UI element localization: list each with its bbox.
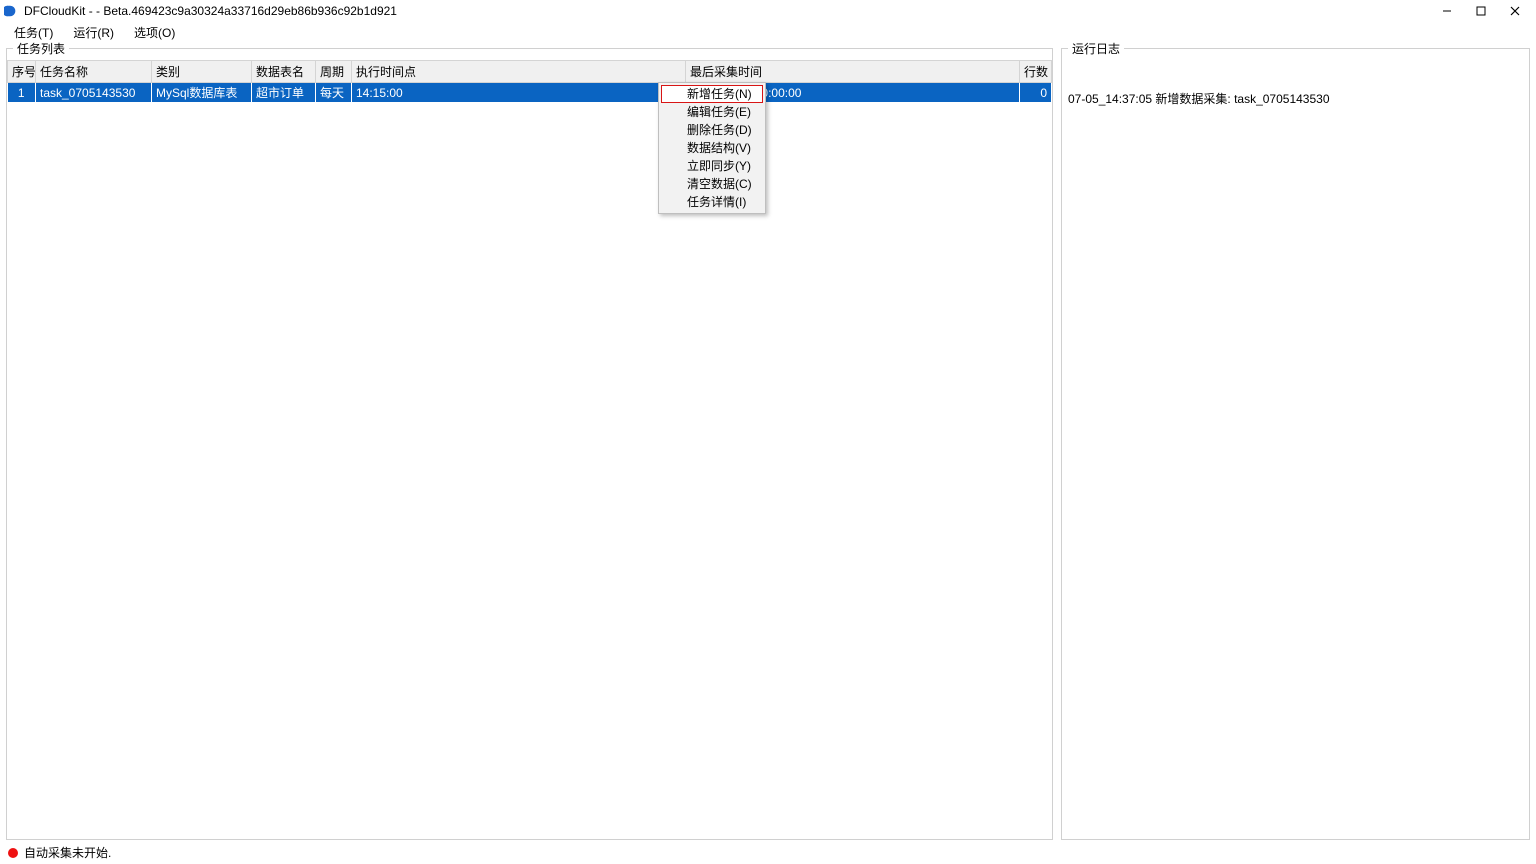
task-table[interactable]: 序号 任务名称 类别 数据表名 周期 执行时间点 最后采集时间 行数 1 tas…	[7, 60, 1052, 102]
log-entry: 07-05_14:37:05 新增数据采集: task_0705143530	[1068, 90, 1523, 107]
window-title: DFCloudKit - - Beta.469423c9a30324a33716…	[24, 4, 1430, 18]
log-title: 运行日志	[1068, 40, 1124, 57]
cell-type: MySql数据库表	[152, 83, 252, 103]
col-header-type[interactable]: 类别	[152, 61, 252, 83]
table-row[interactable]: 1 task_0705143530 MySql数据库表 超市订单 每天 14:1…	[8, 83, 1052, 103]
context-menu-data-structure[interactable]: 数据结构(V)	[661, 139, 763, 157]
cell-exec: 14:15:00	[352, 83, 686, 103]
context-menu-sync-now[interactable]: 立即同步(Y)	[661, 157, 763, 175]
titlebar: DFCloudKit - - Beta.469423c9a30324a33716…	[0, 0, 1536, 22]
context-menu-clear-data[interactable]: 清空数据(C)	[661, 175, 763, 193]
col-header-last[interactable]: 最后采集时间	[686, 61, 1020, 83]
col-header-rows[interactable]: 行数	[1020, 61, 1052, 83]
task-table-container: 序号 任务名称 类别 数据表名 周期 执行时间点 最后采集时间 行数 1 tas…	[7, 60, 1052, 839]
col-header-name[interactable]: 任务名称	[36, 61, 152, 83]
menu-options[interactable]: 选项(O)	[124, 22, 185, 43]
status-text: 自动采集未开始.	[24, 844, 111, 861]
maximize-button[interactable]	[1464, 0, 1498, 22]
close-button[interactable]	[1498, 0, 1532, 22]
context-menu-task-detail[interactable]: 任务详情(I)	[661, 193, 763, 211]
task-list-title: 任务列表	[13, 40, 69, 57]
cell-name: task_0705143530	[36, 83, 152, 103]
menu-run[interactable]: 运行(R)	[63, 22, 124, 43]
context-menu-delete-task[interactable]: 删除任务(D)	[661, 121, 763, 139]
task-table-header: 序号 任务名称 类别 数据表名 周期 执行时间点 最后采集时间 行数	[8, 61, 1052, 83]
context-menu-edit-task[interactable]: 编辑任务(E)	[661, 103, 763, 121]
cell-idx: 1	[8, 83, 36, 103]
cell-rows: 0	[1020, 83, 1052, 103]
col-header-table[interactable]: 数据表名	[252, 61, 316, 83]
context-menu-new-task[interactable]: 新增任务(N)	[661, 85, 763, 103]
cell-period: 每天	[316, 83, 352, 103]
menubar: 任务(T) 运行(R) 选项(O)	[0, 22, 1536, 44]
context-menu: 新增任务(N) 编辑任务(E) 删除任务(D) 数据结构(V) 立即同步(Y) …	[658, 82, 766, 214]
status-dot-icon	[8, 848, 18, 858]
app-icon	[4, 4, 18, 18]
col-header-exec[interactable]: 执行时间点	[352, 61, 686, 83]
col-header-idx[interactable]: 序号	[8, 61, 36, 83]
minimize-button[interactable]	[1430, 0, 1464, 22]
col-header-period[interactable]: 周期	[316, 61, 352, 83]
cell-table: 超市订单	[252, 83, 316, 103]
task-list-panel: 任务列表 序号 任务名称 类别 数据表名 周期 执行时间点 最后采集时间	[6, 48, 1053, 840]
log-panel: 运行日志 07-05_14:37:05 新增数据采集: task_0705143…	[1061, 48, 1530, 840]
log-area[interactable]: 07-05_14:37:05 新增数据采集: task_0705143530	[1062, 60, 1529, 839]
content-area: 任务列表 序号 任务名称 类别 数据表名 周期 执行时间点 最后采集时间	[0, 44, 1536, 840]
window-controls	[1430, 0, 1532, 22]
statusbar: 自动采集未开始.	[0, 840, 1536, 864]
